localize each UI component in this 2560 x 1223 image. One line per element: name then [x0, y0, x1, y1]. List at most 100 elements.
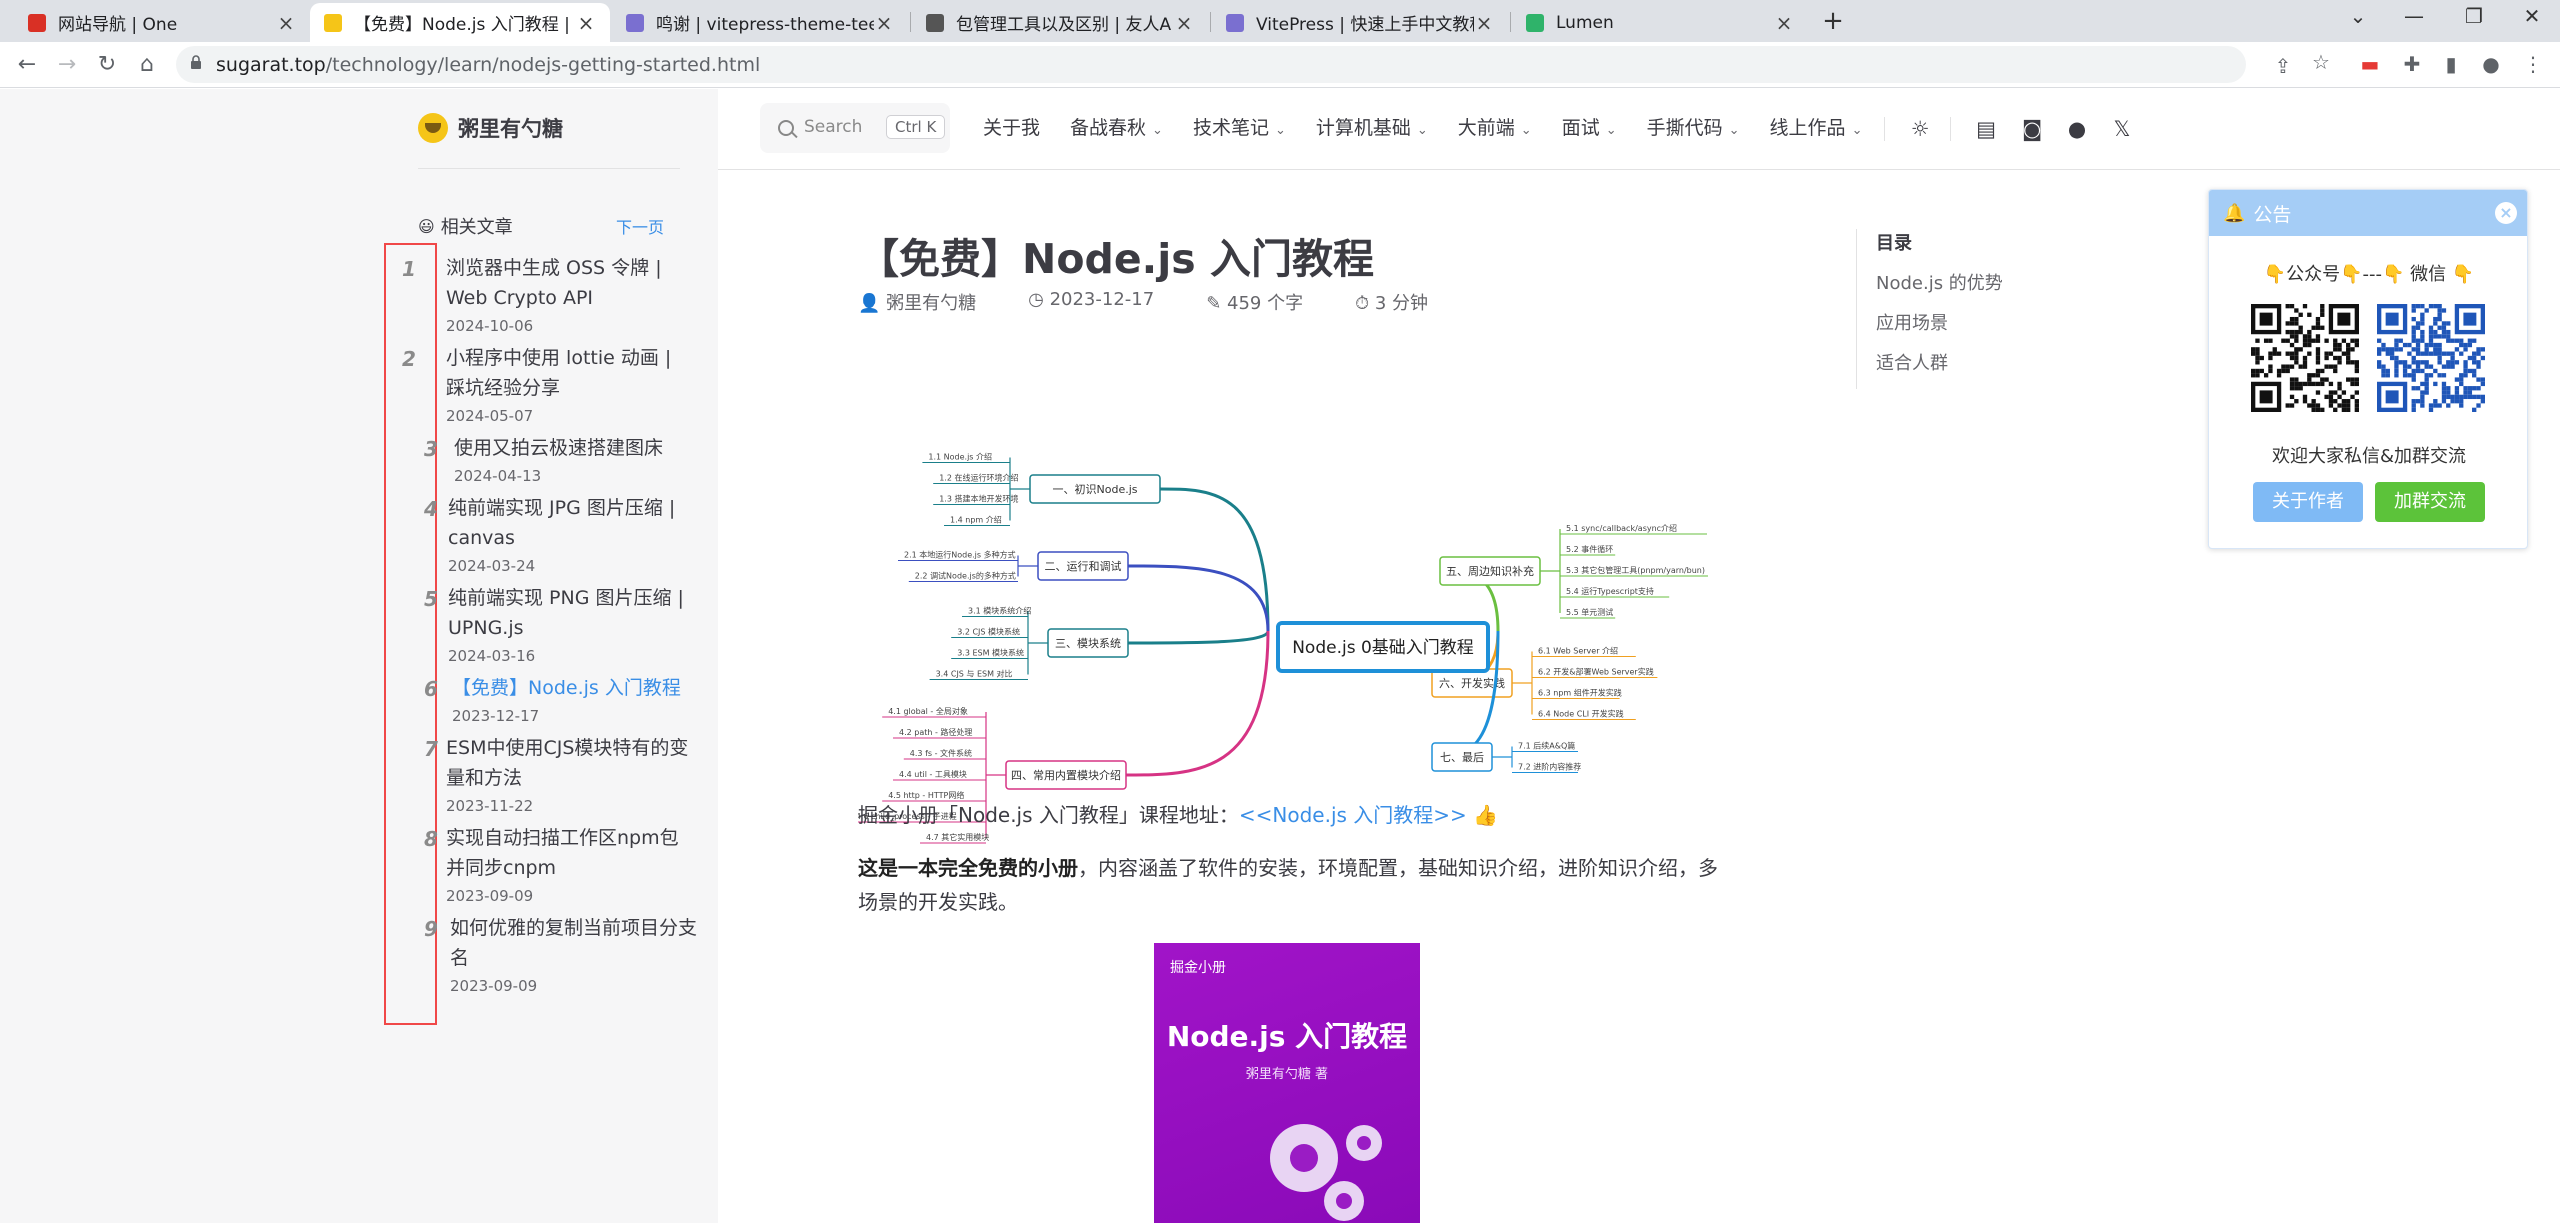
article-title[interactable]: 使用又拍云极速搭建图床	[454, 433, 704, 463]
nav-item-dropdown[interactable]: 备战春秋 ⌄	[1070, 113, 1163, 140]
forward-icon[interactable]: →	[52, 50, 82, 80]
svg-text:4.3 fs - 文件系统: 4.3 fs - 文件系统	[910, 748, 972, 758]
svg-text:三、模块系统: 三、模块系统	[1055, 637, 1121, 650]
back-icon[interactable]: ←	[12, 50, 42, 80]
nav-item-dropdown[interactable]: 手撕代码 ⌄	[1647, 113, 1740, 140]
svg-text:2.1 本地运行Node.js 多种方式: 2.1 本地运行Node.js 多种方式	[904, 550, 1016, 560]
announcement-header: 🔔 公告	[2209, 190, 2527, 236]
article-title[interactable]: 实现自动扫描工作区npm包并同步cnpm	[446, 823, 696, 883]
home-icon[interactable]: ⌂	[132, 50, 162, 80]
theme-toggle-icon[interactable]: ☼	[1906, 115, 1934, 143]
course-link[interactable]: <<Node.js 入门教程>>	[1239, 803, 1467, 827]
extension-red-icon[interactable]: ▬	[2357, 52, 2383, 78]
tab-title: 鸣谢 | vitepress-theme-teek	[656, 15, 874, 35]
cover-title: Node.js 入门教程	[1166, 1020, 1408, 1053]
related-article[interactable]: 2 小程序中使用 lottie 动画 | 踩坑经验分享 2024-05-07	[402, 343, 696, 425]
nav-item-about[interactable]: 关于我	[983, 113, 1040, 140]
mindmap-branch: 一、初识Node.js 1.1 Node.js 介绍 1.2 在线运行环境介绍 1.3…	[922, 452, 1270, 632]
close-tab-icon[interactable]: ×	[1474, 11, 1494, 35]
outline-item[interactable]: Node.js 的优势	[1876, 269, 2003, 295]
search-button[interactable]: Search Ctrl K	[760, 103, 950, 153]
close-tab-icon[interactable]: ×	[276, 11, 296, 35]
bookmark-star-icon[interactable]: ☆	[2308, 50, 2334, 74]
tab-search-icon[interactable]: ⌄	[2338, 4, 2378, 28]
reload-icon[interactable]: ↻	[92, 50, 122, 80]
related-article[interactable]: 4 纯前端实现 JPG 图片压缩 | canvas 2024-03-24	[424, 493, 698, 575]
close-icon[interactable]: ×	[2495, 202, 2517, 224]
svg-text:6.3 npm 组件开发实践: 6.3 npm 组件开发实践	[1538, 688, 1622, 698]
search-placeholder: Search	[804, 117, 863, 137]
tab-title: 网站导航 | One	[58, 15, 178, 35]
article-title[interactable]: 【免费】Node.js 入门教程	[452, 673, 702, 703]
share-icon[interactable]: ⇪	[2270, 54, 2296, 78]
url-text: sugarat.top/technology/learn/nodejs-gett…	[216, 54, 761, 76]
related-article[interactable]: 7 ESM中使用CJS模块特有的变量和方法 2023-11-22	[424, 733, 696, 815]
close-tab-icon[interactable]: ×	[576, 11, 596, 35]
github-icon[interactable]: ●	[2063, 115, 2091, 143]
nav-item-dropdown[interactable]: 面试 ⌄	[1562, 113, 1617, 140]
outline-item[interactable]: 适合人群	[1876, 349, 1948, 375]
new-tab-icon[interactable]: +	[1818, 6, 1848, 36]
restore-icon[interactable]: ❐	[2454, 4, 2494, 28]
search-shortcut-badge: Ctrl K	[886, 115, 946, 139]
browser-tab-active[interactable]: 【免费】Node.js 入门教程 | 粥里 ×	[310, 3, 610, 42]
outline-title: 目录	[1876, 233, 1912, 254]
svg-text:6.1 Web Server 介绍: 6.1 Web Server 介绍	[1538, 646, 1618, 656]
article-date: 2024-05-07	[446, 407, 534, 425]
nav-item-dropdown[interactable]: 线上作品 ⌄	[1770, 113, 1863, 140]
related-article[interactable]: 1 浏览器中生成 OSS 令牌 | Web Crypto API 2024-10…	[402, 253, 696, 335]
nav-item-dropdown[interactable]: 大前端 ⌄	[1458, 113, 1532, 140]
related-article[interactable]: 5 纯前端实现 PNG 图片压缩 | UPNG.js 2024-03-16	[424, 583, 698, 665]
minimize-icon[interactable]: —	[2394, 4, 2434, 28]
browser-menu-icon[interactable]: ⋮	[2520, 52, 2546, 78]
svg-text:3.4 CJS 与 ESM 对比: 3.4 CJS 与 ESM 对比	[936, 669, 1013, 679]
close-tab-icon[interactable]: ×	[1174, 11, 1194, 35]
related-article[interactable]: 3 使用又拍云极速搭建图床 2024-04-13	[424, 433, 704, 485]
extensions-puzzle-icon[interactable]: ✚	[2399, 52, 2425, 78]
chevron-down-icon: ⌄	[1152, 123, 1163, 138]
article-title[interactable]: ESM中使用CJS模块特有的变量和方法	[446, 733, 696, 793]
browser-tab[interactable]: 网站导航 | One ×	[14, 3, 310, 42]
join-group-button[interactable]: 加群交流	[2375, 482, 2485, 522]
svg-text:1.2 在线运行环境介绍: 1.2 在线运行环境介绍	[939, 473, 1018, 483]
related-article[interactable]: 9 如何优雅的复制当前项目分支名 2023-09-09	[424, 913, 700, 995]
mindmap-branch: 五、周边知识补充 5.1 sync/callback/async介绍 5.2 事件循…	[1439, 523, 1708, 632]
address-bar[interactable]: sugarat.top/technology/learn/nodejs-gett…	[176, 46, 2291, 83]
browser-tab[interactable]: Lumen ×	[1512, 3, 1808, 42]
x-twitter-icon[interactable]: 𝕏	[2108, 115, 2136, 143]
profile-avatar-icon[interactable]: ●	[2478, 52, 2504, 78]
browser-tab[interactable]: 鸣谢 | vitepress-theme-teek ×	[612, 3, 908, 42]
chevron-down-icon: ⌄	[1520, 123, 1532, 138]
article-title[interactable]: 浏览器中生成 OSS 令牌 | Web Crypto API	[446, 253, 696, 313]
rss-icon[interactable]: ◙	[2018, 115, 2046, 143]
date-meta: ◷ 2023-12-17	[1028, 289, 1155, 310]
related-article[interactable]: 8 实现自动扫描工作区npm包并同步cnpm 2023-09-09	[424, 823, 696, 905]
page: 粥里有勺糖 😃 相关文章 下一页 1 浏览器中生成 OSS 令牌 | Web C…	[0, 89, 2560, 1223]
site-brand[interactable]: 粥里有勺糖	[418, 113, 563, 143]
svg-text:七、最后: 七、最后	[1440, 751, 1484, 764]
article-title[interactable]: 纯前端实现 PNG 图片压缩 | UPNG.js	[448, 583, 698, 643]
article-meta: 👤 粥里有勺糖 ◷ 2023-12-17 ✎ 459 个字 ⏱ 3 分钟	[858, 289, 1480, 315]
article-title[interactable]: 小程序中使用 lottie 动画 | 踩坑经验分享	[446, 343, 696, 403]
browser-tab[interactable]: VitePress | 快速上手中文教程 ×	[1212, 3, 1508, 42]
article-list-icon[interactable]: ▤	[1972, 115, 2000, 143]
outline-item[interactable]: 应用场景	[1876, 309, 1948, 335]
book-cover-image: 掘金小册 Node.js 入门教程 粥里有勺糖 著	[1154, 943, 1420, 1223]
close-tab-icon[interactable]: ×	[1774, 11, 1794, 35]
related-article-current[interactable]: 6 【免费】Node.js 入门教程 2023-12-17	[424, 673, 702, 725]
close-tab-icon[interactable]: ×	[874, 11, 894, 35]
about-author-button[interactable]: 关于作者	[2253, 482, 2363, 522]
tab-title: 【免费】Node.js 入门教程 | 粥里	[354, 15, 576, 35]
svg-text:一、初识Node.js: 一、初识Node.js	[1053, 482, 1138, 496]
author-meta[interactable]: 👤 粥里有勺糖	[858, 289, 1002, 315]
nav-item-dropdown[interactable]: 技术笔记 ⌄	[1193, 113, 1286, 140]
next-page-link[interactable]: 下一页	[616, 214, 664, 238]
article-title[interactable]: 如何优雅的复制当前项目分支名	[450, 913, 700, 973]
favicon-icon	[324, 13, 342, 32]
svg-text:1.3 搭建本地开发环境: 1.3 搭建本地开发环境	[939, 494, 1018, 504]
browser-tab[interactable]: 包管理工具以及区别 | 友人A ×	[912, 3, 1208, 42]
nav-item-dropdown[interactable]: 计算机基础 ⌄	[1316, 113, 1428, 140]
window-close-icon[interactable]: ✕	[2512, 4, 2552, 28]
side-panel-icon[interactable]: ▮	[2438, 52, 2464, 78]
article-title[interactable]: 纯前端实现 JPG 图片压缩 | canvas	[448, 493, 698, 553]
